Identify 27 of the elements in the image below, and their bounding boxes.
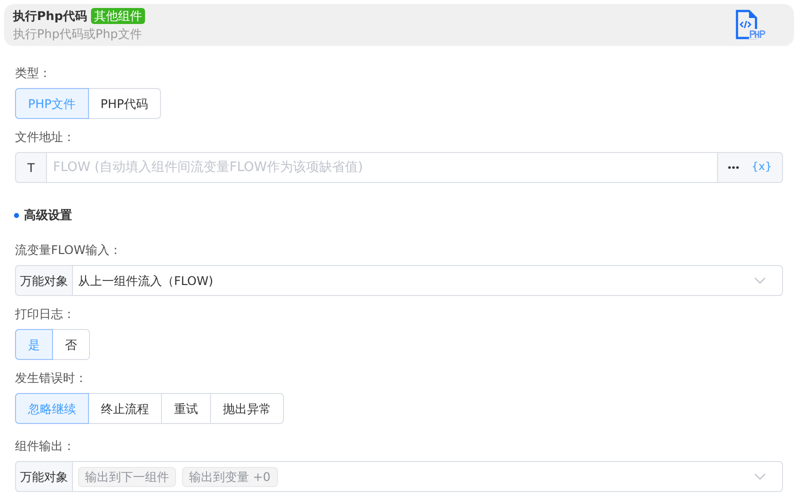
section-title: 高级设置 — [24, 207, 72, 223]
component-description: 执行Php代码或Php文件 — [13, 27, 143, 42]
chevron-down-icon — [754, 473, 766, 480]
flow-input-select[interactable]: 从上一组件流入（FLOW) — [72, 265, 783, 296]
path-input-field[interactable]: FLOW (自动填入组件间流变量FLOW作为该项缺省值) — [47, 152, 718, 183]
option-button[interactable]: 终止流程 — [88, 393, 162, 424]
option-button[interactable]: PHP代码 — [88, 88, 161, 119]
option-button[interactable]: 重试 — [161, 393, 211, 424]
field-label: 发生错误时： — [15, 370, 88, 386]
php-file-icon — [734, 9, 766, 41]
more-icon[interactable] — [728, 166, 740, 169]
field-label: 流变量FLOW输入： — [15, 242, 122, 258]
type-prefix: 万能对象 — [15, 265, 73, 296]
field-label: 类型： — [15, 65, 52, 81]
chevron-down-icon — [754, 277, 766, 284]
field-label: 文件地址： — [15, 129, 76, 145]
output-tag: 输出到下一组件 — [78, 466, 176, 486]
field-label: 组件输出： — [15, 438, 76, 454]
type-prefix: 万能对象 — [15, 461, 73, 492]
category-badge: 其他组件 — [90, 8, 145, 24]
option-button[interactable]: 抛出异常 — [210, 393, 284, 424]
field-label: 打印日志： — [15, 306, 76, 322]
text-type-prefix: T — [15, 152, 47, 183]
output-tag: 输出到变量 +0 — [182, 466, 278, 486]
select-value: 从上一组件流入（FLOW) — [78, 272, 214, 290]
component-title: 执行Php代码 — [13, 8, 87, 24]
option-button[interactable]: 否 — [52, 329, 90, 360]
